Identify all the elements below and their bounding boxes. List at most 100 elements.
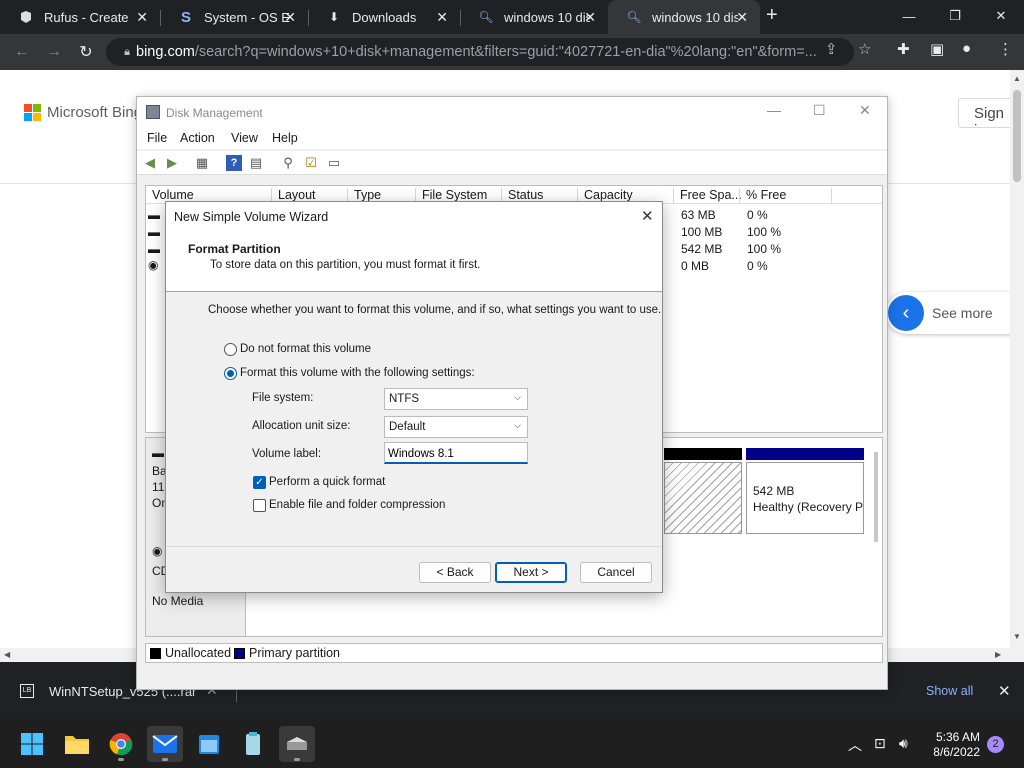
wizard-close-icon[interactable]: ✕ bbox=[641, 207, 654, 225]
close-tab-icon[interactable]: ✕ bbox=[436, 9, 448, 26]
scroll-down-icon[interactable]: ▼ bbox=[1013, 632, 1021, 641]
dm-maximize-button[interactable]: ☐ bbox=[813, 102, 826, 119]
menu-help[interactable]: Help bbox=[272, 131, 298, 145]
checklist-icon[interactable]: ☑ bbox=[303, 155, 319, 171]
close-tab-icon[interactable]: ✕ bbox=[736, 9, 748, 26]
close-tab-icon[interactable]: ✕ bbox=[584, 9, 596, 26]
row-free-space: 0 MB bbox=[681, 259, 710, 273]
s-logo-icon: S bbox=[180, 8, 191, 26]
wizard-header: New Simple Volume Wizard ✕ Format Partit… bbox=[166, 202, 662, 292]
close-downloads-bar-icon[interactable]: ✕ bbox=[998, 682, 1011, 700]
dm-close-button[interactable]: ✕ bbox=[859, 102, 871, 119]
legend-swatch-primary bbox=[234, 648, 245, 659]
disk-management-button[interactable] bbox=[279, 726, 315, 762]
tab-bing-search-1[interactable]: 🔍︎ windows 10 disk ✕ bbox=[460, 0, 608, 34]
share-icon[interactable]: ⇪ bbox=[825, 40, 838, 58]
wizard-step-heading: Format Partition bbox=[188, 242, 281, 256]
scroll-left-icon[interactable]: ◀ bbox=[4, 650, 10, 659]
menu-action[interactable]: Action bbox=[180, 131, 215, 145]
dm-minimize-button[interactable]: — bbox=[767, 102, 781, 118]
chrome-button[interactable] bbox=[103, 726, 139, 762]
menu-view[interactable]: View bbox=[231, 131, 258, 145]
profile-icon[interactable]: ● bbox=[962, 40, 971, 57]
mail-button[interactable] bbox=[147, 726, 183, 762]
radio-do-not-format[interactable] bbox=[224, 343, 237, 356]
scroll-thumb[interactable] bbox=[1013, 90, 1021, 182]
back-arrow-icon[interactable]: ← bbox=[10, 40, 34, 64]
network-icon[interactable]: ⊡ bbox=[874, 735, 886, 752]
minimize-button[interactable]: — bbox=[886, 0, 932, 32]
radio-format-volume[interactable] bbox=[224, 367, 237, 380]
allocation-unit-dropdown[interactable]: Default ⌵ bbox=[384, 416, 528, 438]
address-bar[interactable]: 🔒︎ bing.com/search?q=windows+10+disk+man… bbox=[106, 38, 854, 66]
calendar-button[interactable] bbox=[191, 726, 227, 762]
properties-icon[interactable]: ▤ bbox=[248, 155, 264, 171]
notification-badge[interactable]: 2 bbox=[987, 736, 1004, 753]
cancel-button[interactable]: Cancel bbox=[580, 562, 652, 583]
running-indicator bbox=[118, 758, 124, 761]
settings-panel-icon[interactable]: ▭ bbox=[326, 155, 342, 171]
show-all-link[interactable]: Show all bbox=[926, 684, 973, 698]
more-menu-icon[interactable]: ⋮ bbox=[998, 40, 1013, 58]
bookmark-star-icon[interactable]: ☆ bbox=[858, 40, 871, 58]
new-tab-button[interactable]: + bbox=[766, 4, 788, 30]
reload-icon[interactable]: ↻ bbox=[74, 40, 98, 64]
extensions-puzzle-icon[interactable]: ✚ bbox=[897, 40, 910, 58]
notepad-icon bbox=[246, 732, 260, 755]
clock[interactable]: 5:36 AM 8/6/2022 bbox=[922, 730, 980, 760]
file-explorer-button[interactable] bbox=[59, 726, 95, 762]
back-button[interactable]: < Back bbox=[419, 562, 491, 583]
volume-label-input[interactable] bbox=[384, 442, 528, 464]
bing-logo[interactable]: Microsoft Bing bbox=[24, 104, 142, 121]
disk-icon: ▬ bbox=[152, 446, 164, 460]
forward-arrow-icon[interactable]: ▶ bbox=[164, 155, 180, 171]
compression-label[interactable]: Enable file and folder compression bbox=[269, 499, 445, 511]
scroll-up-icon[interactable]: ▲ bbox=[1013, 74, 1021, 83]
close-tab-icon[interactable]: ✕ bbox=[284, 9, 296, 26]
file-system-dropdown[interactable]: NTFS ⌵ bbox=[384, 388, 528, 410]
row-free-space: 100 MB bbox=[681, 225, 723, 239]
partition-legend: Unallocated Primary partition bbox=[145, 643, 883, 663]
col-percent-free[interactable]: % Free bbox=[739, 188, 786, 204]
forward-arrow-icon[interactable]: → bbox=[42, 40, 66, 64]
close-window-button[interactable]: ✕ bbox=[978, 0, 1024, 32]
next-button[interactable]: Next > bbox=[495, 562, 567, 583]
tab-rufus[interactable]: Rufus - Create b ✕ bbox=[0, 0, 160, 34]
compression-checkbox[interactable] bbox=[253, 499, 266, 512]
dm-window-title: Disk Management bbox=[166, 106, 263, 120]
url-domain: bing.com bbox=[136, 44, 195, 60]
calendar-icon bbox=[199, 735, 219, 754]
allocation-unit-value: Default bbox=[389, 421, 426, 433]
close-tab-icon[interactable]: ✕ bbox=[136, 9, 148, 26]
page-vertical-scrollbar[interactable]: ▲ ▼ bbox=[1010, 70, 1024, 648]
folder-icon bbox=[65, 736, 89, 754]
quick-format-label[interactable]: Perform a quick format bbox=[269, 476, 385, 488]
col-free-space[interactable]: Free Spa... bbox=[673, 188, 742, 204]
lower-scrollbar[interactable] bbox=[874, 452, 878, 542]
console-tree-icon[interactable]: ▦ bbox=[194, 155, 210, 171]
sign-in-button[interactable]: Sign in bbox=[958, 98, 1014, 128]
see-more-button[interactable]: ‹ See more bbox=[886, 292, 1016, 334]
menu-file[interactable]: File bbox=[147, 131, 167, 145]
radio-do-not-format-label[interactable]: Do not format this volume bbox=[240, 343, 371, 355]
quick-format-checkbox[interactable]: ✓ bbox=[253, 476, 266, 489]
side-panel-icon[interactable]: ▣ bbox=[930, 40, 944, 58]
restore-button[interactable]: ❐ bbox=[932, 0, 978, 32]
wizard-footer-divider bbox=[166, 546, 662, 547]
chevron-up-icon[interactable]: ︿ bbox=[848, 735, 862, 755]
connect-icon[interactable]: ⚲ bbox=[280, 155, 296, 171]
partition-hatched[interactable] bbox=[664, 462, 742, 534]
radio-format-volume-label[interactable]: Format this volume with the following se… bbox=[240, 367, 475, 379]
url-text[interactable]: bing.com/search?q=windows+10+disk+manage… bbox=[136, 44, 826, 60]
volume-icon[interactable]: 🔊︎ bbox=[899, 735, 908, 752]
disk-management-icon bbox=[287, 737, 307, 750]
start-button[interactable] bbox=[14, 726, 50, 762]
tab-system[interactable]: S System - OS Eni ✕ bbox=[160, 0, 308, 34]
help-icon[interactable]: ? bbox=[226, 155, 242, 171]
tab-bing-search-2[interactable]: 🔍︎ windows 10 disk ✕ bbox=[608, 0, 760, 34]
tab-downloads[interactable]: ⬇ Downloads ✕ bbox=[308, 0, 460, 34]
back-arrow-icon[interactable]: ◀ bbox=[142, 155, 158, 171]
notepad-button[interactable] bbox=[235, 726, 271, 762]
recovery-partition[interactable]: 542 MB Healthy (Recovery P bbox=[746, 462, 864, 534]
scroll-right-icon[interactable]: ▶ bbox=[995, 650, 1001, 659]
